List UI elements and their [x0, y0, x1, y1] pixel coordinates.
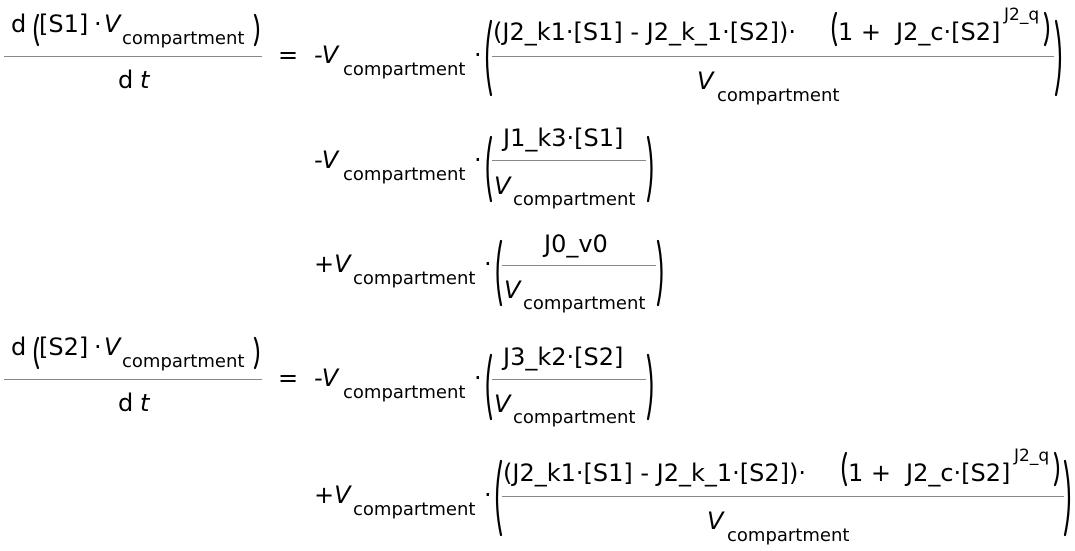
left-paren: [486, 353, 493, 421]
subscript-compartment: compartment: [523, 293, 646, 314]
term-sign: +V: [314, 250, 351, 278]
denominator: V: [707, 507, 724, 535]
fraction-bar: [492, 160, 646, 161]
subscript-compartment: compartment: [513, 189, 636, 210]
subscript-compartment: compartment: [122, 351, 245, 372]
fraction-bar: [4, 379, 262, 380]
time-symbol: t: [140, 389, 150, 417]
equals-sign: =: [278, 41, 299, 69]
diff-d: d: [11, 333, 27, 361]
subscript-compartment: compartment: [353, 268, 476, 289]
subscript-compartment: compartment: [343, 382, 466, 403]
subscript-compartment: compartment: [717, 85, 840, 106]
species-s2: [S2]: [39, 333, 89, 361]
right-paren: [656, 239, 663, 307]
dot: ·: [94, 10, 102, 38]
right-paren: [646, 353, 653, 421]
subscript-compartment: compartment: [727, 525, 850, 546]
fraction-bar: [502, 265, 656, 266]
exponent-j2-q: J2_q: [1014, 446, 1050, 466]
left-paren: [486, 135, 493, 203]
j2-c-s2: J2_c·[S2]: [896, 18, 1001, 46]
denominator: V: [697, 67, 714, 95]
equals-sign: =: [278, 364, 299, 392]
denominator: V: [494, 172, 511, 200]
subscript-compartment: compartment: [343, 164, 466, 185]
denominator: V: [494, 390, 511, 418]
volume-symbol: V: [104, 333, 121, 361]
exponent-j2-q: J2_q: [1004, 5, 1040, 25]
fraction-bar: [4, 56, 262, 57]
fraction-bar: [492, 379, 646, 380]
dot: ·: [474, 146, 482, 174]
subscript-compartment: compartment: [343, 59, 466, 80]
fraction-bar: [502, 496, 1064, 497]
fraction-bar: [492, 56, 1054, 57]
right-paren: [253, 13, 260, 47]
volume-symbol: V: [104, 10, 121, 38]
term-sign: -V: [314, 41, 339, 69]
right-paren: [1054, 19, 1062, 97]
term-sign: -V: [314, 146, 339, 174]
diff-d: d: [118, 66, 134, 94]
right-paren: [1043, 11, 1050, 47]
one-plus: 1 +: [848, 459, 892, 487]
right-paren: [1063, 459, 1071, 537]
dot: ·: [474, 364, 482, 392]
term-sign: +V: [314, 481, 351, 509]
subscript-compartment: compartment: [353, 499, 476, 520]
numerator: (J2_k1·[S1] - J2_k_1·[S2])·: [493, 18, 797, 46]
right-paren: [1053, 451, 1060, 487]
one-plus: 1 +: [838, 18, 882, 46]
numerator: J0_v0: [544, 230, 608, 258]
term-sign: -V: [314, 364, 339, 392]
time-symbol: t: [140, 66, 150, 94]
subscript-compartment: compartment: [513, 407, 636, 428]
right-paren: [646, 135, 653, 203]
diff-d: d: [118, 389, 134, 417]
subscript-compartment: compartment: [122, 28, 245, 49]
dot: ·: [94, 333, 102, 361]
dot: ·: [484, 250, 492, 278]
denominator: V: [504, 276, 521, 304]
j2-c-s2: J2_c·[S2]: [906, 459, 1011, 487]
dot: ·: [474, 41, 482, 69]
numerator: J1_k3·[S1]: [503, 124, 624, 152]
diff-d: d: [11, 10, 27, 38]
right-paren: [253, 336, 260, 370]
numerator: J3_k2·[S2]: [503, 343, 624, 371]
left-paren: [496, 239, 503, 307]
numerator: (J2_k1·[S1] - J2_k_1·[S2])·: [503, 459, 807, 487]
species-s1: [S1]: [39, 10, 89, 38]
dot: ·: [484, 481, 492, 509]
